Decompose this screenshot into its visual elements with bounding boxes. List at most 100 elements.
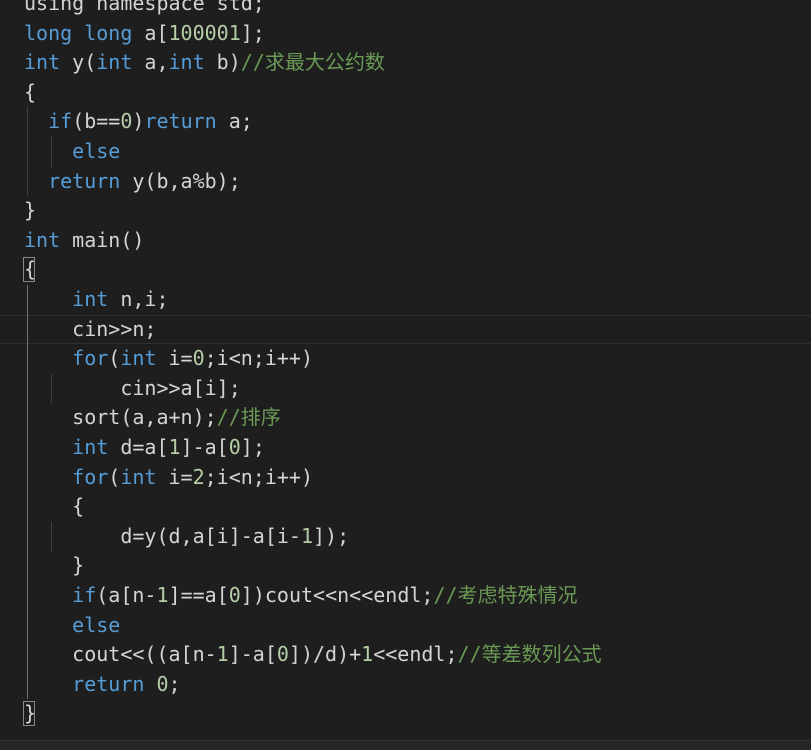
code-line[interactable]: if(b==0)return a; — [0, 107, 811, 137]
code-token-default — [24, 139, 72, 163]
code-token-default: i= — [156, 346, 193, 371]
code-line[interactable]: int y(int a,int b)//求最大公约数 — [0, 48, 811, 78]
code-line[interactable]: { — [0, 255, 811, 285]
code-line[interactable]: else — [0, 611, 811, 641]
code-token-default: y( — [60, 50, 97, 75]
code-token-number: 1 — [361, 642, 374, 667]
indent-guide — [27, 521, 28, 552]
code-token-number: 1 — [216, 642, 229, 667]
code-token-default: cin>>n; — [24, 316, 157, 341]
code-token-default: ( — [108, 464, 121, 489]
code-text: else — [24, 611, 120, 641]
code-line[interactable]: sort(a,a+n);//排序 — [0, 403, 811, 433]
indent-guide — [27, 344, 28, 374]
code-line[interactable]: return 0; — [0, 670, 811, 700]
code-line[interactable]: d=y(d,a[i]-a[i-1]); — [0, 522, 811, 552]
code-token-keyword: int — [24, 50, 61, 75]
indent-guide — [27, 373, 28, 404]
code-token-default — [24, 613, 72, 637]
indent-guide — [51, 137, 52, 167]
code-token-default: { — [24, 494, 85, 519]
indent-guide — [27, 433, 28, 463]
indent-guide — [27, 551, 28, 581]
code-line[interactable]: else — [0, 137, 811, 167]
code-token-default — [144, 672, 156, 696]
matched-bracket-highlight — [23, 257, 35, 283]
code-line[interactable]: int d=a[1]-a[0]; — [0, 433, 811, 463]
code-token-keyword: int — [72, 287, 109, 311]
code-text: if(a[n-1]==a[0])cout<<n<<endl;//考虑特殊情况 — [24, 581, 578, 611]
code-token-default: } — [24, 553, 85, 578]
code-line[interactable]: int n,i; — [0, 285, 811, 315]
code-token-default: ;i<n;i++) — [204, 346, 314, 371]
code-text: } — [24, 196, 36, 226]
code-token-default: a[ — [132, 20, 169, 45]
code-line[interactable]: } — [0, 196, 811, 226]
code-token-default: (a[n- — [96, 583, 157, 607]
code-token-default: (b== — [72, 109, 121, 134]
code-text: for(int i=0;i<n;i++) — [24, 344, 313, 374]
code-line[interactable]: using namespace std; — [0, 0, 811, 19]
code-token-comment: //考虑特殊情况 — [433, 583, 578, 607]
code-line[interactable]: if(a[n-1]==a[0])cout<<n<<endl;//考虑特殊情况 — [0, 581, 811, 611]
indent-guide — [27, 403, 28, 433]
code-token-default — [24, 465, 72, 489]
indent-guide — [27, 166, 28, 197]
indent-guide — [51, 373, 52, 404]
code-line[interactable]: { — [0, 492, 811, 522]
code-token-number: 0 — [276, 642, 289, 667]
code-line[interactable]: cout<<((a[n-1]-a[0])/d)+1<<endl;//等差数列公式 — [0, 640, 811, 670]
code-token-control: else — [72, 139, 121, 163]
code-token-default: ]; — [240, 435, 265, 459]
code-text: return y(b,a%b); — [24, 167, 241, 197]
code-token-default: d=y(d,a[i]-a[i- — [24, 523, 301, 548]
code-token-control: for — [72, 346, 109, 371]
code-line[interactable]: for(int i=2;i<n;i++) — [0, 463, 811, 493]
code-text: else — [24, 137, 120, 167]
indent-guide — [27, 314, 28, 345]
code-token-keyword: int — [96, 50, 133, 75]
code-line[interactable]: } — [0, 551, 811, 581]
code-token-default: <<endl; — [373, 642, 458, 667]
code-token-number: 1 — [300, 523, 313, 548]
indent-guide — [27, 581, 28, 611]
code-token-default: ;i<n;i++) — [204, 464, 314, 489]
code-token-control: for — [72, 464, 109, 489]
code-text: int d=a[1]-a[0]; — [24, 433, 265, 463]
code-text: int n,i; — [24, 285, 168, 315]
code-token-control: else — [72, 612, 121, 637]
code-token-default — [24, 583, 72, 607]
code-text: int y(int a,int b)//求最大公约数 — [24, 48, 385, 78]
code-line[interactable]: return y(b,a%b); — [0, 167, 811, 197]
code-editor[interactable]: using namespace std; long long a[100001];… — [0, 0, 811, 750]
indent-guide — [27, 462, 28, 493]
code-token-keyword: int — [24, 227, 61, 252]
code-text: return 0; — [24, 670, 181, 700]
code-token-default — [24, 435, 72, 459]
code-line[interactable]: for(int i=0;i<n;i++) — [0, 344, 811, 374]
code-token-default: ; — [168, 671, 181, 696]
indent-guide — [27, 610, 28, 641]
code-token-default: ])cout<<n<<endl; — [240, 583, 434, 607]
code-token-keyword: long long — [24, 20, 133, 45]
code-token-default: ]-a[ — [228, 642, 277, 667]
code-line[interactable]: long long a[100001]; — [0, 19, 811, 49]
code-token-keyword: int — [120, 346, 157, 371]
code-line[interactable]: int main() — [0, 226, 811, 256]
code-line[interactable]: cin>>a[i]; — [0, 374, 811, 404]
code-token-control: return — [144, 109, 217, 134]
code-text: if(b==0)return a; — [24, 107, 253, 137]
code-token-default: ]==a[ — [168, 583, 229, 607]
code-token-default: sort(a,a+n); — [24, 405, 217, 430]
code-token-default: main() — [60, 227, 145, 252]
code-token-number: 0 — [192, 346, 205, 371]
code-text: { — [24, 492, 84, 522]
code-text: for(int i=2;i<n;i++) — [24, 463, 313, 493]
code-line[interactable]: { — [0, 78, 811, 108]
indent-guide — [27, 640, 28, 670]
code-token-control: if — [48, 109, 73, 134]
code-line[interactable]: } — [0, 699, 811, 729]
code-line[interactable]: cin>>n; — [0, 314, 811, 345]
code-token-default: i= — [156, 464, 193, 489]
code-token-default: { — [24, 79, 37, 104]
